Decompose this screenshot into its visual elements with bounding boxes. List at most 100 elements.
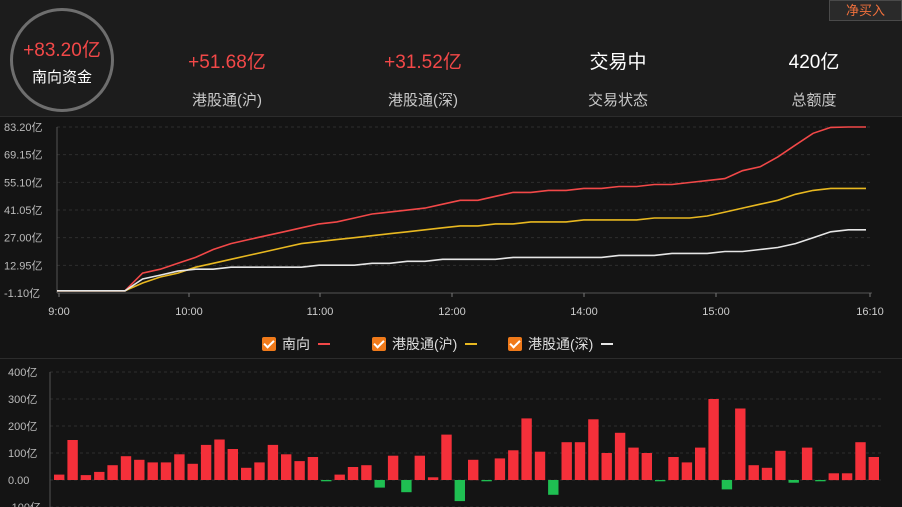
- southbound-total-circle: +83.20亿 南向资金: [10, 8, 114, 112]
- series-line: [57, 126, 866, 292]
- x-tick-label: 14:00: [570, 306, 598, 318]
- stat-value: +51.68亿: [188, 52, 266, 73]
- bar: [641, 453, 652, 480]
- bar: [120, 456, 132, 480]
- y-tick-label: -100亿: [8, 501, 41, 507]
- y-tick-label: -1.10亿: [4, 287, 40, 300]
- stat-trading-status: 交易中 交易状态: [553, 50, 683, 110]
- x-tick-label: 16:10: [856, 306, 884, 318]
- bar: [160, 462, 172, 480]
- bar: [80, 475, 92, 480]
- bar: [721, 480, 733, 490]
- bar: [334, 474, 345, 480]
- bar: [214, 439, 225, 480]
- y-tick-label: 0.00: [8, 475, 29, 487]
- x-tick-label: 10:00: [175, 306, 203, 318]
- bar: [241, 467, 252, 480]
- checkbox-icon[interactable]: [262, 337, 276, 351]
- bar: [454, 480, 465, 502]
- y-tick-label: 41.05亿: [4, 204, 43, 217]
- series-line: [57, 187, 866, 292]
- y-tick-label: 27.00亿: [4, 232, 43, 245]
- daily-bar-chart: 400亿 300亿 200亿 100亿 0.00 -100亿: [8, 366, 882, 507]
- bar: [681, 462, 693, 480]
- x-tick-label: 15:00: [702, 306, 730, 318]
- series-line: [57, 229, 866, 292]
- stat-hk-connect-sz: +31.52亿 港股通(深): [358, 50, 488, 110]
- bar: [561, 442, 572, 480]
- legend-southbound[interactable]: 南向: [262, 335, 330, 353]
- bar: [67, 440, 78, 480]
- bar: [294, 461, 305, 480]
- net-buy-button[interactable]: 净买入: [829, 0, 902, 21]
- southbound-total-value: +83.20亿: [23, 40, 101, 61]
- legend-swatch: [318, 343, 330, 345]
- y-tick-label: 400亿: [8, 366, 37, 379]
- checkbox-icon[interactable]: [372, 337, 386, 351]
- x-tick-label: 12:00: [438, 306, 466, 318]
- bar: [401, 480, 412, 493]
- y-tick-label: 69.15亿: [4, 149, 43, 162]
- bar: [414, 455, 425, 480]
- bar: [187, 463, 198, 480]
- y-tick-label: 100亿: [8, 447, 37, 460]
- bar: [147, 462, 158, 480]
- bar: [655, 480, 666, 482]
- bar: [788, 480, 799, 483]
- stat-hk-connect-sh: +51.68亿 港股通(沪): [162, 50, 292, 110]
- bar: [761, 467, 773, 480]
- bar: [775, 450, 786, 480]
- bar: [94, 471, 105, 480]
- bar: [441, 434, 452, 480]
- stat-label: 港股通(沪): [192, 92, 262, 109]
- stat-value: +31.52亿: [384, 52, 462, 73]
- bar: [868, 457, 879, 480]
- x-tick-label: 9:00: [48, 306, 69, 318]
- bar: [614, 432, 626, 481]
- legend-hk-connect-sz[interactable]: 港股通(深): [508, 335, 614, 353]
- bar: [574, 442, 586, 480]
- bar: [494, 458, 506, 480]
- stat-label: 港股通(深): [388, 92, 458, 109]
- checkbox-icon[interactable]: [508, 337, 522, 351]
- bar: [54, 474, 65, 480]
- bar: [200, 444, 212, 480]
- bar: [695, 447, 706, 480]
- bar: [841, 473, 853, 481]
- bar: [134, 459, 145, 481]
- bar: [601, 453, 612, 480]
- bar: [534, 451, 546, 480]
- bar: [267, 444, 279, 480]
- bar: [801, 447, 813, 480]
- x-tick-label: 11:00: [307, 306, 334, 318]
- legend-label: 港股通(沪): [392, 336, 458, 352]
- y-tick-label: 83.20亿: [4, 121, 43, 134]
- legend-swatch: [465, 343, 478, 345]
- bar: [307, 457, 319, 480]
- bar: [468, 459, 479, 481]
- bar: [815, 480, 826, 482]
- summary-header: +83.20亿 南向资金 +51.68亿 港股通(沪) +31.52亿 港股通(…: [0, 0, 902, 116]
- bar: [735, 408, 746, 480]
- bar: [855, 442, 866, 480]
- bar: [548, 480, 559, 495]
- stat-label: 交易状态: [587, 92, 648, 109]
- bar: [748, 465, 759, 480]
- legend-label: 南向: [282, 336, 310, 352]
- bar: [508, 450, 519, 480]
- bar: [387, 455, 399, 480]
- bar: [668, 457, 679, 480]
- bar: [708, 399, 719, 480]
- y-tick-label: 12.95亿: [4, 259, 43, 272]
- bar: [374, 480, 385, 488]
- legend-hk-connect-sh[interactable]: 港股通(沪): [372, 335, 478, 353]
- bar: [588, 419, 599, 481]
- bar: [481, 480, 492, 482]
- bar: [427, 477, 439, 480]
- stat-value: 420亿: [788, 52, 840, 73]
- legend-swatch: [601, 343, 614, 345]
- bar: [361, 465, 372, 480]
- intraday-line-chart: 83.20亿 69.15亿 55.10亿 41.05亿 27.00亿 12.95亿 -1.1…: [4, 121, 884, 318]
- stat-label: 总额度: [791, 92, 837, 109]
- stat-total-quota: 420亿 总额度: [749, 50, 879, 110]
